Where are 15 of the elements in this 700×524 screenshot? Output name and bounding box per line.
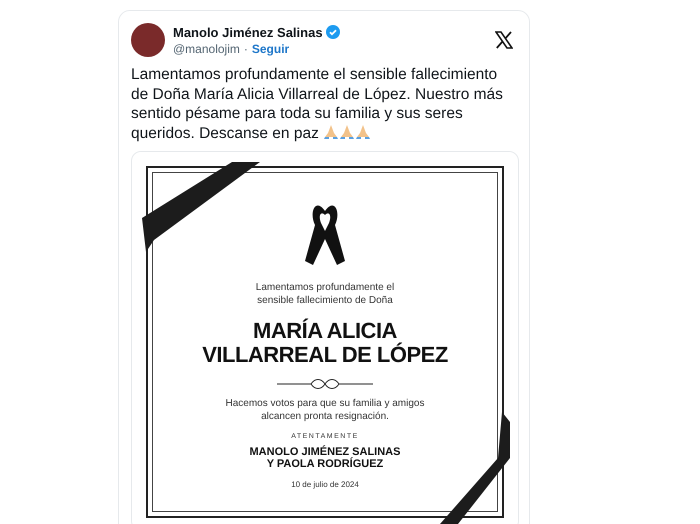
intro-text: Lamentamos profundamente el sensible fallecimiento de Doña [254, 281, 396, 307]
author-handle[interactable]: @manolojim [173, 42, 240, 56]
signer-name: MANOLO JIMÉNEZ SALINAS [250, 446, 400, 458]
card-date: 10 de julio de 2024 [291, 480, 359, 489]
deceased-name: MARÍA ALICIA [252, 319, 397, 343]
x-logo-icon[interactable] [495, 31, 513, 49]
condolence-message: Hacemos votos para que su familia y amigos alcancen pronta resignación. [224, 397, 426, 423]
deceased-name: VILLARREAL DE LÓPEZ [202, 343, 448, 367]
separator: · [244, 42, 248, 56]
ornament-divider-icon [275, 379, 375, 389]
tweet-text: Lamentamos profundamente el sensible fallecimiento de Doña María Alicia Villarreal de López. Nuestro más sentido pésame para toda su familia y sus seres queridos. Descanse en paz [131, 65, 504, 143]
follow-link[interactable]: Seguir [252, 42, 290, 56]
signer-name: Y PAOLA RODRÍGUEZ [266, 458, 384, 470]
avatar[interactable] [131, 23, 165, 57]
author-name[interactable]: Manolo Jiménez Salinas [173, 24, 323, 40]
